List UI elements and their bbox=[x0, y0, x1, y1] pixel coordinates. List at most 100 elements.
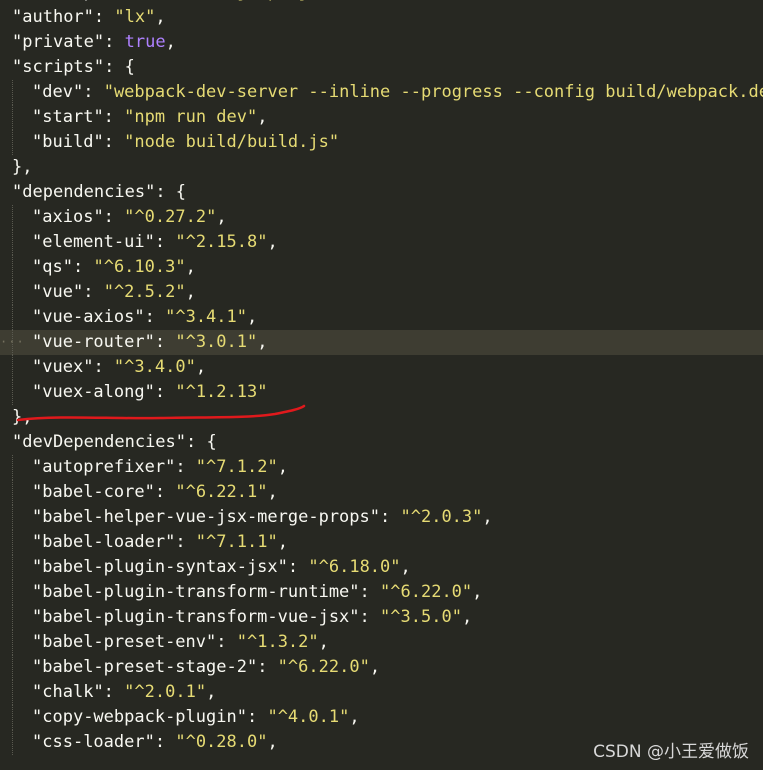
json-comma: , bbox=[165, 32, 176, 52]
json-quote: " bbox=[451, 607, 462, 627]
json-quote: " bbox=[32, 682, 43, 702]
indent-guide bbox=[12, 255, 14, 280]
code-line[interactable]: "babel-plugin-transform-vue-jsx": "^3.5.… bbox=[0, 605, 763, 630]
json-colon: ": bbox=[93, 207, 125, 227]
json-quote: " bbox=[32, 482, 43, 502]
code-line[interactable]: "babel-preset-env": "^1.3.2", bbox=[0, 630, 763, 655]
code-line[interactable]: "build": "node build/build.js" bbox=[0, 130, 763, 155]
code-line[interactable]: "author": "lx", bbox=[0, 5, 763, 30]
json-quote: " bbox=[32, 732, 43, 752]
code-line[interactable]: "autoprefixer": "^7.1.2", bbox=[0, 455, 763, 480]
indent-guide bbox=[12, 705, 14, 730]
json-string-value: npm run dev bbox=[134, 107, 247, 127]
code-line[interactable]: "axios": "^0.27.2", bbox=[0, 205, 763, 230]
json-colon: ": bbox=[93, 107, 125, 127]
code-text: "qs": "^6.10.3", bbox=[32, 255, 196, 280]
json-quote: " bbox=[12, 182, 23, 202]
json-comma: , bbox=[400, 557, 411, 577]
json-quote: " bbox=[32, 282, 43, 302]
code-text: "babel-loader": "^7.1.1", bbox=[32, 530, 288, 555]
json-string-value: ^7.1.2 bbox=[206, 457, 268, 477]
json-colon: ": bbox=[144, 332, 176, 352]
json-quote: " bbox=[267, 457, 278, 477]
json-quote: " bbox=[124, 207, 135, 227]
json-quote: " bbox=[32, 107, 43, 127]
json-quote: " bbox=[32, 82, 43, 102]
json-key: babel-plugin-transform-vue-jsx bbox=[42, 607, 350, 627]
code-line[interactable]: "dev": "webpack-dev-server --inline --pr… bbox=[0, 80, 763, 105]
json-quote: " bbox=[185, 357, 196, 377]
json-quote: " bbox=[32, 332, 43, 352]
code-line[interactable]: "babel-helper-vue-jsx-merge-props": "^2.… bbox=[0, 505, 763, 530]
code-line[interactable]: "babel-loader": "^7.1.1", bbox=[0, 530, 763, 555]
code-line[interactable]: "private": true, bbox=[0, 30, 763, 55]
code-line[interactable]: "babel-preset-stage-2": "^6.22.0", bbox=[0, 655, 763, 680]
json-comma: , bbox=[247, 307, 258, 327]
code-line[interactable]: "chalk": "^2.0.1", bbox=[0, 680, 763, 705]
code-text: "element-ui": "^2.15.8", bbox=[32, 230, 278, 255]
code-line[interactable]: "babel-core": "^6.22.1", bbox=[0, 480, 763, 505]
code-editor[interactable]: "description": "A Vue.js project","autho… bbox=[0, 0, 763, 770]
indent-guide bbox=[12, 380, 14, 405]
code-line[interactable]: "vue": "^2.5.2", bbox=[0, 280, 763, 305]
code-line[interactable]: "qs": "^6.10.3", bbox=[0, 255, 763, 280]
json-quote: " bbox=[93, 257, 104, 277]
code-text: "babel-plugin-transform-runtime": "^6.22… bbox=[32, 580, 482, 605]
json-comma: , bbox=[195, 357, 207, 377]
json-colon: ": bbox=[206, 632, 237, 652]
json-string-value: ^3.4.1 bbox=[175, 307, 237, 327]
json-string-value: ^4.0.1 bbox=[277, 707, 340, 727]
json-key: element-ui bbox=[42, 232, 145, 252]
json-colon: ": bbox=[72, 282, 104, 302]
json-quote: " bbox=[339, 707, 350, 727]
indent-guide bbox=[12, 680, 14, 705]
json-string-value: ^0.28.0 bbox=[185, 732, 258, 752]
code-line[interactable]: "vuex-along": "^1.2.13" bbox=[0, 380, 763, 405]
code-line[interactable]: "vue-axios": "^3.4.1", bbox=[0, 305, 763, 330]
code-line[interactable]: "copy-webpack-plugin": "^4.0.1", bbox=[0, 705, 763, 730]
json-colon: ": bbox=[93, 132, 125, 152]
json-comma: , bbox=[257, 332, 268, 352]
code-line[interactable]: "start": "npm run dev", bbox=[0, 105, 763, 130]
code-line[interactable]: "vuex": "^3.4.0", bbox=[0, 355, 763, 380]
code-line[interactable]: "devDependencies": { bbox=[0, 430, 763, 455]
json-key: babel-core bbox=[42, 482, 145, 502]
code-line[interactable]: "babel-plugin-syntax-jsx": "^6.18.0", bbox=[0, 555, 763, 580]
code-line[interactable]: "element-ui": "^2.15.8", bbox=[0, 230, 763, 255]
json-string-value: ^6.22.0 bbox=[390, 582, 462, 602]
json-comma: , bbox=[472, 582, 483, 602]
json-key: vuex bbox=[42, 357, 84, 377]
code-line[interactable]: "scripts": { bbox=[0, 55, 763, 80]
json-colon: ": bbox=[72, 82, 104, 102]
code-line[interactable]: "babel-plugin-transform-runtime": "^6.22… bbox=[0, 580, 763, 605]
json-quote: " bbox=[12, 57, 23, 77]
code-text: "start": "npm run dev", bbox=[32, 105, 268, 130]
json-quote: " bbox=[380, 582, 391, 602]
code-text: "dev": "webpack-dev-server --inline --pr… bbox=[32, 80, 763, 105]
code-line[interactable]: ··· "vue-router": "^3.0.1", bbox=[0, 330, 763, 355]
json-string-value: A Vue.js project bbox=[176, 0, 340, 2]
json-colon: ": bbox=[62, 257, 94, 277]
json-string-value: ^2.15.8 bbox=[185, 232, 258, 252]
json-comma: , bbox=[349, 707, 360, 727]
indent-guide bbox=[12, 230, 14, 255]
json-string-value: ^7.1.1 bbox=[206, 532, 268, 552]
json-colon: ": bbox=[93, 57, 125, 77]
code-line[interactable]: }, bbox=[0, 155, 763, 180]
code-line[interactable]: }, bbox=[0, 405, 763, 430]
code-text: "babel-preset-stage-2": "^6.22.0", bbox=[32, 655, 380, 680]
json-quote: " bbox=[461, 582, 473, 602]
json-key: dependencies bbox=[22, 182, 146, 202]
code-line[interactable]: "dependencies": { bbox=[0, 180, 763, 205]
json-comma: , bbox=[267, 232, 278, 252]
json-key: babel-preset-env bbox=[42, 632, 207, 652]
indent-guide bbox=[12, 505, 14, 530]
json-colon: ": bbox=[165, 457, 196, 477]
json-quote: " bbox=[175, 232, 186, 252]
json-colon: ": bbox=[369, 507, 401, 527]
json-colon: ": bbox=[277, 557, 309, 577]
indent-guide bbox=[12, 130, 14, 155]
json-open-brace: { bbox=[124, 57, 135, 77]
json-quote: " bbox=[32, 307, 43, 327]
json-key: build bbox=[42, 132, 94, 152]
